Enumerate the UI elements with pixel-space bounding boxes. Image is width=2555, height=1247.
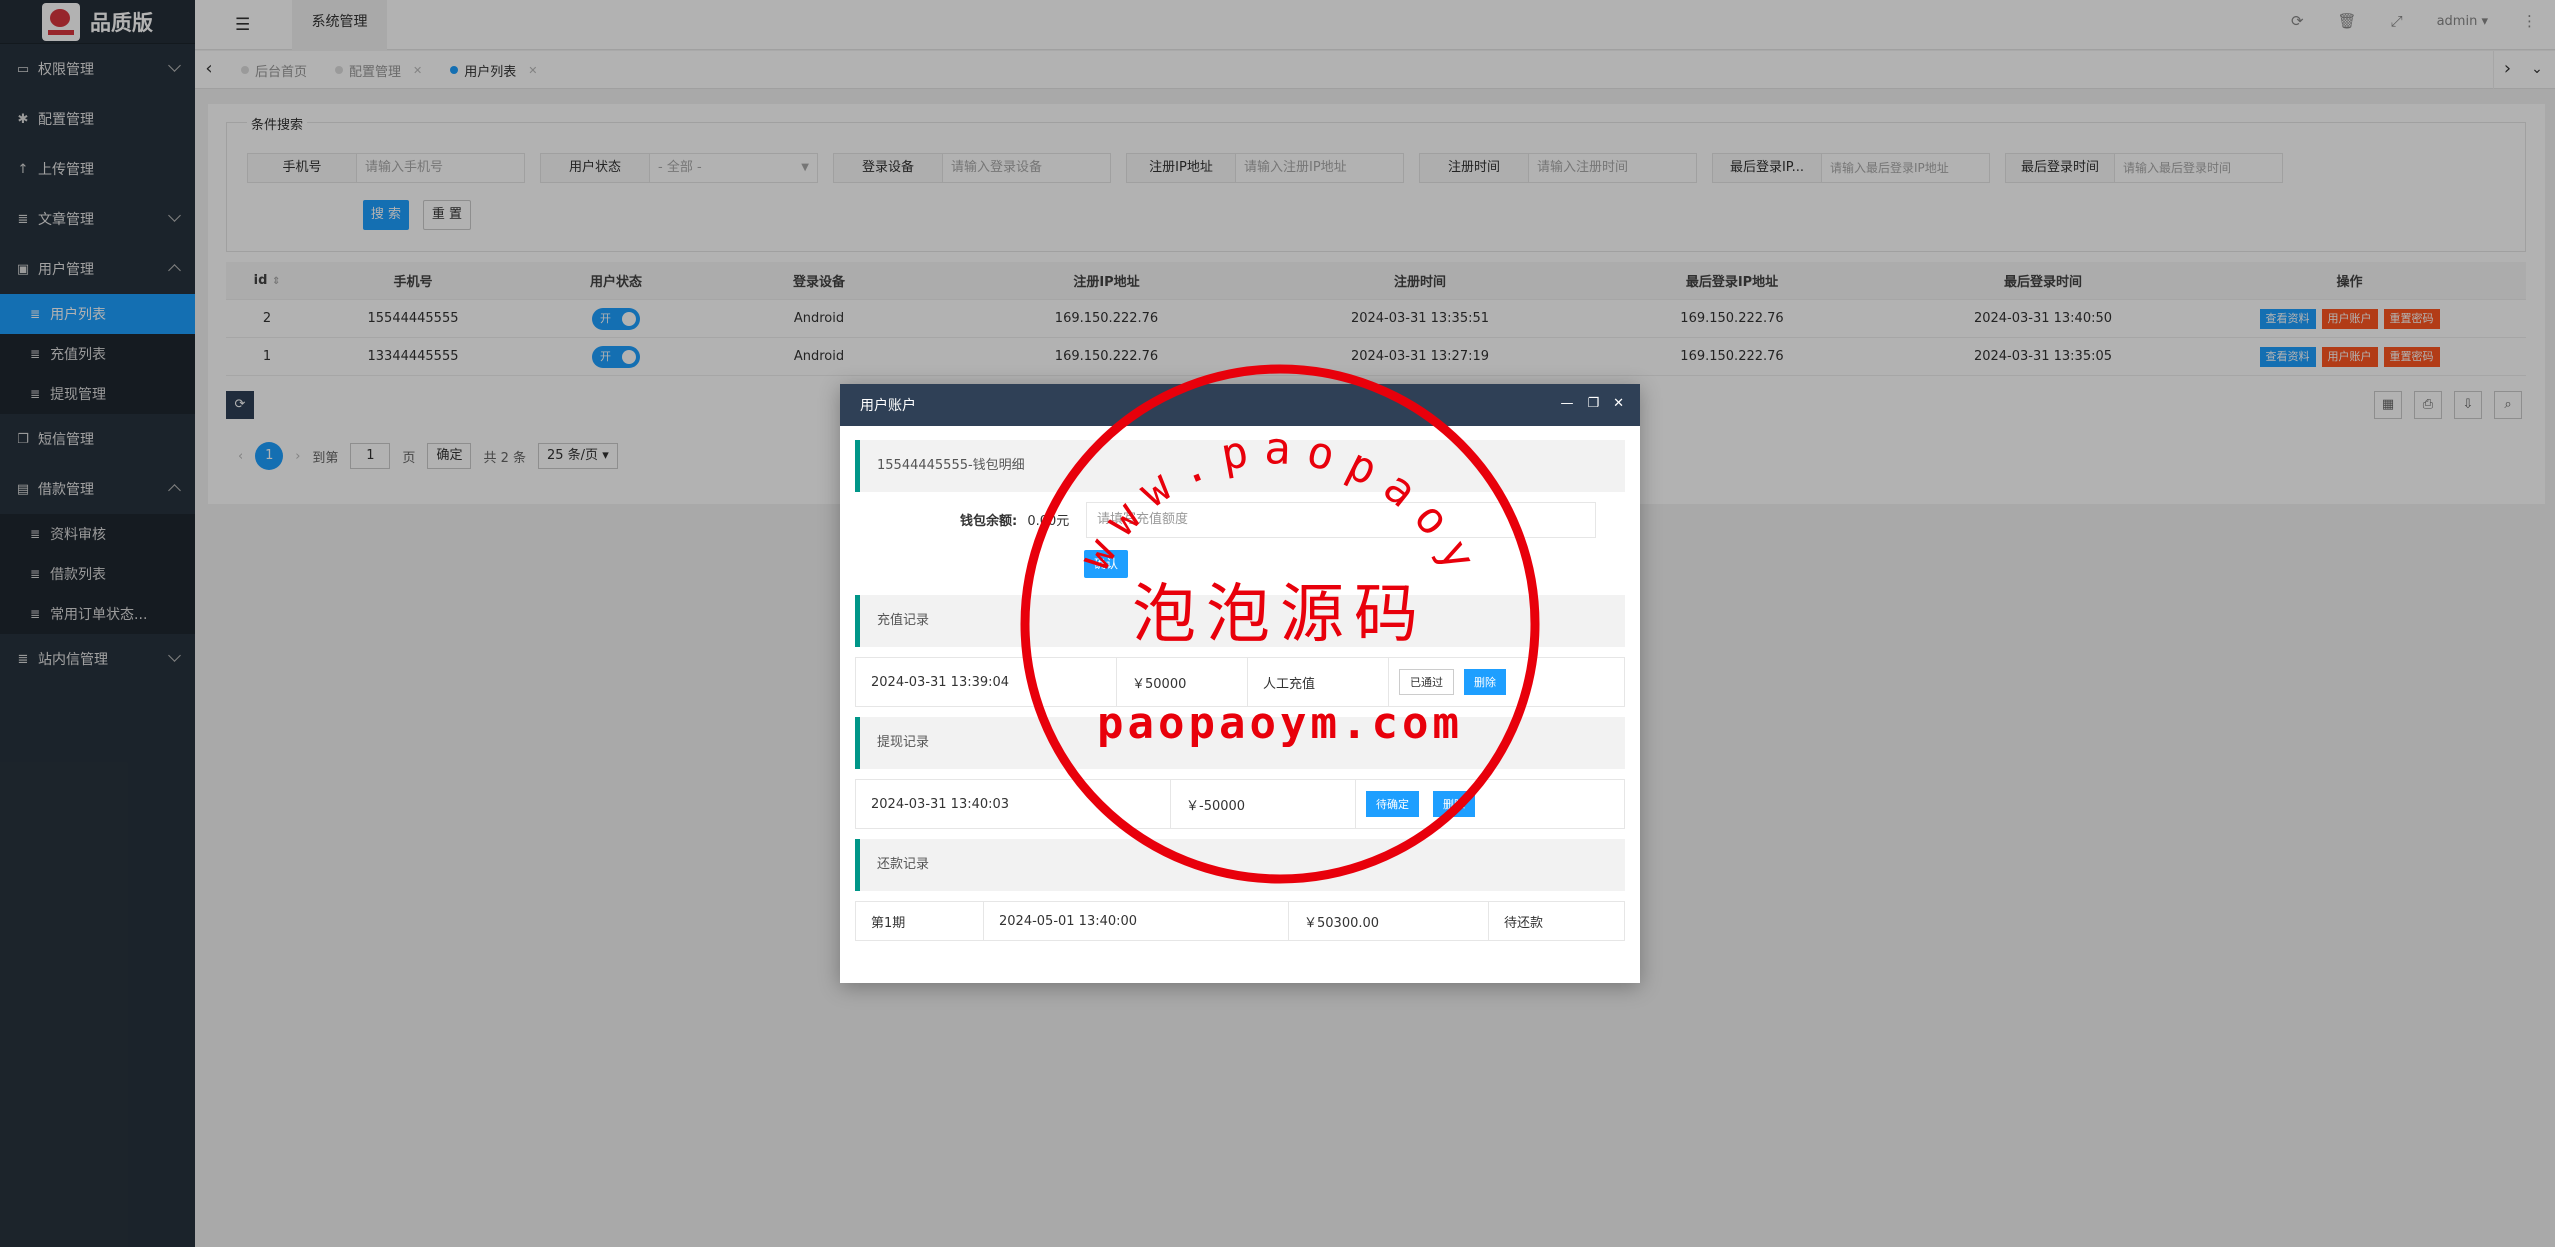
repay-period: 第1期 (856, 902, 984, 940)
repay-section-title: 还款记录 (855, 839, 1625, 891)
close-icon[interactable]: ✕ (1613, 396, 1624, 411)
recharge-amount: ￥50000 (1117, 658, 1248, 706)
repay-time: 2024-05-01 13:40:00 (984, 902, 1289, 940)
delete-withdraw-button[interactable]: 删除 (1433, 791, 1475, 817)
user-account-modal: 用户账户 — ❐ ✕ 15544445555-钱包明细 钱包余额: 0.00元 … (840, 384, 1640, 983)
withdraw-actions: 待确定 删除 (1356, 780, 1624, 828)
withdraw-record: 2024-03-31 13:40:03 ￥-50000 待确定 删除 (855, 779, 1625, 829)
withdraw-amount: ￥-50000 (1171, 780, 1356, 828)
balance-value: 0.00元 (1027, 514, 1070, 529)
balance-row: 钱包余额: 0.00元 (960, 510, 1069, 529)
modal-header: 用户账户 — ❐ ✕ (840, 384, 1640, 426)
pending-button[interactable]: 待确定 (1366, 791, 1419, 817)
balance-label: 钱包余额: (960, 514, 1018, 529)
modal-controls: — ❐ ✕ (1560, 396, 1624, 411)
recharge-section-title: 充值记录 (855, 595, 1625, 647)
modal-title: 用户账户 (860, 398, 916, 414)
withdraw-time: 2024-03-31 13:40:03 (856, 780, 1171, 828)
delete-recharge-button[interactable]: 删除 (1464, 669, 1506, 695)
amount-input[interactable]: 请填写充值额度 (1086, 502, 1596, 538)
withdraw-section-title: 提现记录 (855, 717, 1625, 769)
repay-amount: ￥50300.00 (1289, 902, 1489, 940)
recharge-record: 2024-03-31 13:39:04 ￥50000 人工充值 已通过 删除 (855, 657, 1625, 707)
maximize-icon[interactable]: ❐ (1587, 396, 1599, 411)
wallet-section-title: 15544445555-钱包明细 (855, 440, 1625, 492)
repay-status: 待还款 (1504, 915, 1544, 931)
recharge-time: 2024-03-31 13:39:04 (856, 658, 1117, 706)
confirm-button[interactable]: 确认 (1084, 550, 1128, 578)
repay-record: 第1期 2024-05-01 13:40:00 ￥50300.00 待还款 (855, 901, 1625, 941)
recharge-actions: 已通过 删除 (1389, 658, 1624, 706)
recharge-type: 人工充值 (1248, 658, 1389, 706)
approved-button[interactable]: 已通过 (1399, 669, 1454, 695)
minimize-icon[interactable]: — (1560, 396, 1573, 411)
